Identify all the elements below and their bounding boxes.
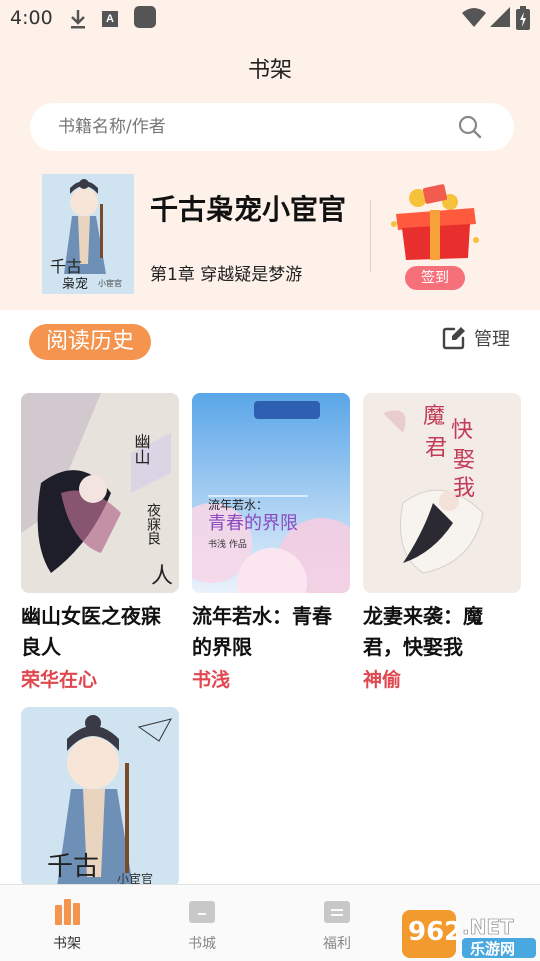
nav-welfare[interactable]: 福利 — [287, 885, 387, 961]
book-cover[interactable]: 流年若水： 青春的界限 书浅 作品 — [192, 393, 350, 593]
svg-text:人: 人 — [151, 564, 173, 589]
bookshelf-icon — [55, 899, 80, 925]
nav-label: 书城 — [188, 936, 216, 952]
nav-label: 书架 — [53, 936, 81, 952]
book-card[interactable]: 幽山 夜寐良 人 幽山女医之夜寐良人 荣华在心 — [21, 393, 179, 692]
svg-text:小宦官: 小宦官 — [98, 278, 122, 288]
gift-box-icon[interactable] — [388, 180, 482, 262]
bookstore-icon — [189, 901, 215, 923]
svg-text:幽山: 幽山 — [132, 433, 151, 465]
book-title: 龙妻来袭：魔君，快娶我 — [363, 604, 483, 659]
divider — [370, 200, 371, 272]
svg-text:千古: 千古 — [47, 852, 99, 882]
status-time: 4:00 — [10, 7, 53, 29]
watermark-logo: 962 .NET 乐游网 — [402, 910, 536, 958]
edit-icon — [442, 327, 465, 350]
svg-text:君: 君 — [425, 436, 447, 461]
nav-bookshelf[interactable]: 书架 — [17, 885, 117, 961]
current-book-cover[interactable]: 千古 枭宠 小宦官 — [42, 174, 134, 294]
svg-text:夜寐良: 夜寐良 — [145, 503, 161, 545]
book-card[interactable]: 流年若水： 青春的界限 书浅 作品 流年若水：青春的界限 书浅 — [192, 393, 350, 692]
svg-text:书浅 作品: 书浅 作品 — [208, 538, 247, 550]
svg-text:乐游网: 乐游网 — [470, 940, 515, 958]
book-author: 荣华在心 — [21, 669, 98, 691]
book-author: 书浅 — [192, 669, 231, 691]
manage-button[interactable]: 管理 — [442, 324, 510, 352]
svg-text:魔: 魔 — [423, 404, 445, 429]
svg-text:青春的界限: 青春的界限 — [208, 513, 298, 534]
page-title: 书架 — [247, 58, 292, 83]
book-cover[interactable]: 千古 小宦官 — [21, 707, 179, 887]
welfare-icon — [324, 901, 350, 923]
wifi-icon — [462, 8, 486, 27]
current-chapter[interactable]: 第1章 穿越疑是梦游 — [150, 260, 302, 285]
signin-button[interactable]: 签到 — [405, 266, 465, 290]
book-cover[interactable]: 幽山 夜寐良 人 — [21, 393, 179, 593]
current-book-title[interactable]: 千古枭宠小宦官 — [150, 188, 346, 228]
svg-text:娶: 娶 — [453, 448, 475, 473]
nav-label: 福利 — [323, 936, 351, 952]
reading-history-label: 阅读历史 — [29, 324, 151, 360]
svg-text:千古: 千古 — [50, 257, 82, 276]
book-card[interactable]: 魔 快 君 娶 我 龙妻来袭：魔君，快娶我 神偷 — [363, 393, 521, 692]
download-icon — [71, 10, 85, 29]
svg-text:962: 962 — [408, 917, 462, 947]
battery-icon — [516, 6, 530, 30]
svg-text:.NET: .NET — [462, 915, 514, 939]
book-author: 神偷 — [363, 669, 402, 691]
svg-text:枭宠: 枭宠 — [62, 276, 88, 292]
signal-icon — [490, 7, 510, 27]
status-bar: 4:00 A — [0, 0, 540, 36]
a-icon: A — [102, 11, 118, 27]
book-title: 幽山女医之夜寐良人 — [21, 604, 161, 659]
search-bar[interactable] — [30, 103, 514, 151]
search-input[interactable] — [58, 103, 458, 151]
search-icon[interactable] — [458, 115, 482, 139]
svg-text:流年若水：: 流年若水： — [208, 498, 268, 512]
book-cover[interactable]: 魔 快 君 娶 我 — [363, 393, 521, 593]
svg-text:快: 快 — [451, 418, 473, 443]
nav-bookstore[interactable]: 书城 — [152, 885, 252, 961]
book-title: 流年若水：青春的界限 — [192, 604, 332, 659]
manage-label: 管理 — [474, 329, 510, 350]
book-card[interactable]: 千古 小宦官 — [21, 707, 179, 887]
svg-text:我: 我 — [453, 476, 475, 501]
app-square-icon — [134, 6, 156, 28]
